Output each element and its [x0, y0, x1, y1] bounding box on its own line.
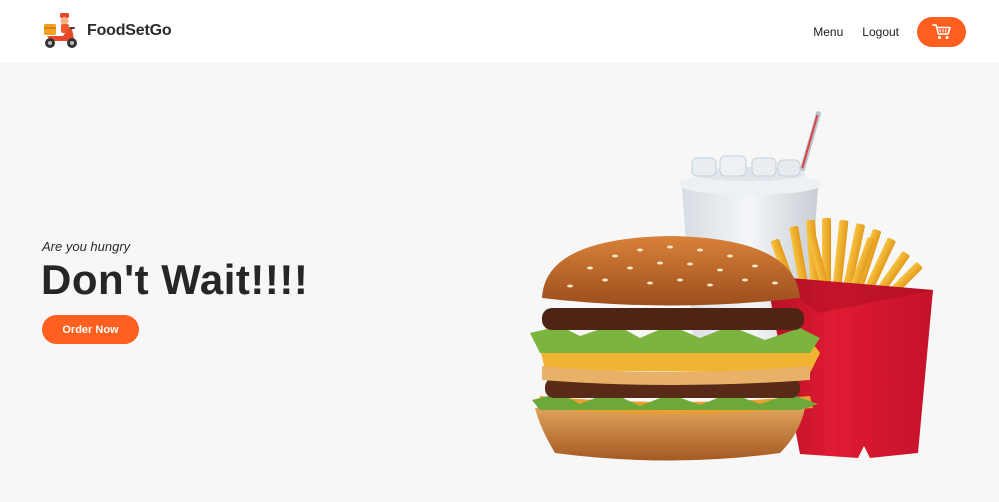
nav-link-logout[interactable]: Logout [862, 25, 899, 39]
order-now-button[interactable]: Order Now [42, 315, 139, 344]
nav-links: Menu Logout [813, 0, 966, 63]
burger-fries-drink-image [530, 111, 933, 461]
scooter-delivery-icon [44, 13, 77, 48]
hero-title: Don't Wait!!!! [41, 256, 309, 303]
hero-section: Are you hungry Don't Wait!!!! Order Now [0, 63, 999, 502]
cart-icon [931, 23, 951, 39]
navbar: FoodSetGo Menu Logout [0, 0, 999, 63]
brand-name: FoodSetGo [87, 22, 172, 39]
nav-link-menu[interactable]: Menu [813, 25, 843, 39]
brand[interactable]: FoodSetGo [41, 11, 172, 51]
hero-tagline: Are you hungry [42, 239, 131, 254]
cart-button[interactable] [917, 16, 966, 47]
